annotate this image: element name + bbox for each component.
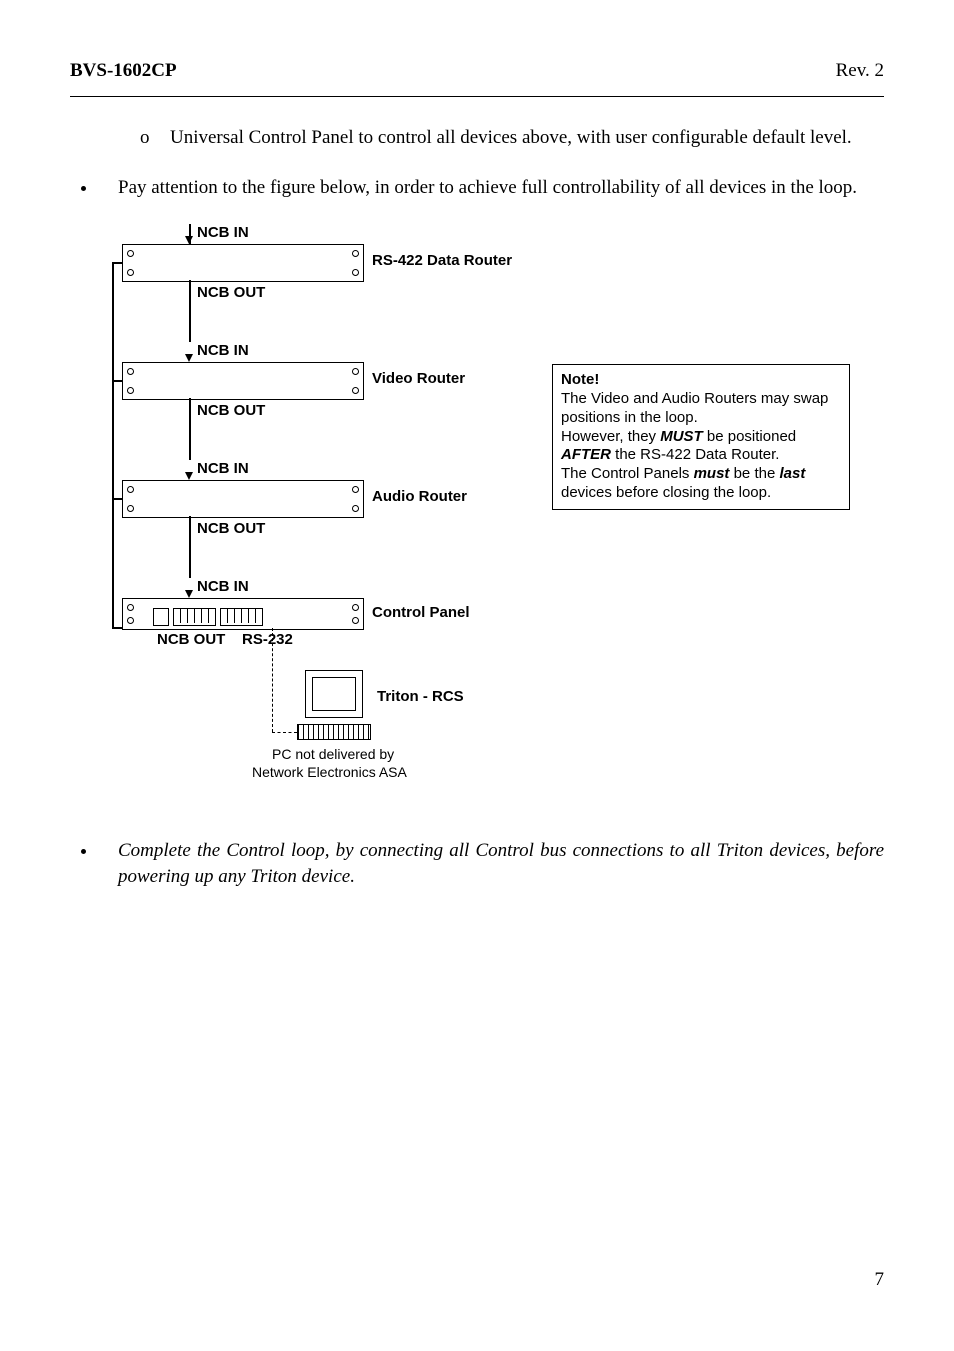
ncb-out-label-3: NCB OUT bbox=[197, 520, 265, 537]
loop-diagram: NCB IN RS-422 Data Router NCB OUT NCB IN… bbox=[112, 224, 832, 814]
triton-rcs-label: Triton - RCS bbox=[377, 688, 464, 705]
doc-revision: Rev. 2 bbox=[836, 60, 884, 82]
bullet-complete-loop: Complete the Control loop, by connecting… bbox=[98, 838, 884, 889]
rs232-label: RS-232 bbox=[242, 631, 293, 648]
ncb-out-label-1: NCB OUT bbox=[197, 284, 265, 301]
device-video-label: Video Router bbox=[372, 370, 465, 387]
device-video-router bbox=[122, 362, 364, 400]
ncb-in-label-2: NCB IN bbox=[197, 342, 249, 359]
ncb-in-label-4: NCB IN bbox=[197, 578, 249, 595]
pc-note-line1: PC not delivered by bbox=[272, 746, 394, 762]
note-line-4: The Control Panels must be the last bbox=[561, 465, 841, 484]
device-rs422-router bbox=[122, 244, 364, 282]
note-line-5: devices before closing the loop. bbox=[561, 484, 841, 503]
note-box: Note! The Video and Audio Routers may sw… bbox=[552, 364, 850, 509]
bullet-pay-attention: Pay attention to the figure below, in or… bbox=[98, 175, 884, 201]
monitor-icon bbox=[305, 670, 363, 718]
note-line-2: However, they MUST be positioned bbox=[561, 428, 841, 447]
control-panel-buttons-icon bbox=[153, 608, 263, 626]
note-line-1: The Video and Audio Routers may swap pos… bbox=[561, 390, 841, 428]
doc-title: BVS-1602CP bbox=[70, 60, 177, 82]
page-header: BVS-1602CP Rev. 2 bbox=[70, 60, 884, 97]
device-audio-label: Audio Router bbox=[372, 488, 467, 505]
note-title: Note! bbox=[561, 371, 841, 390]
ncb-out-label-2: NCB OUT bbox=[197, 402, 265, 419]
ncb-out-label-4: NCB OUT bbox=[157, 631, 225, 648]
ncb-in-label-3: NCB IN bbox=[197, 460, 249, 477]
sub-bullet-universal-cp: Universal Control Panel to control all d… bbox=[140, 125, 884, 151]
keyboard-icon bbox=[297, 724, 371, 740]
device-control-panel bbox=[122, 598, 364, 630]
note-line-3: AFTER the RS-422 Data Router. bbox=[561, 446, 841, 465]
device-rs422-label: RS-422 Data Router bbox=[372, 252, 512, 269]
ncb-in-label: NCB IN bbox=[197, 224, 249, 241]
device-cp-label: Control Panel bbox=[372, 604, 470, 621]
device-audio-router bbox=[122, 480, 364, 518]
pc-note-line2: Network Electronics ASA bbox=[252, 764, 407, 780]
page-number: 7 bbox=[875, 1269, 885, 1291]
